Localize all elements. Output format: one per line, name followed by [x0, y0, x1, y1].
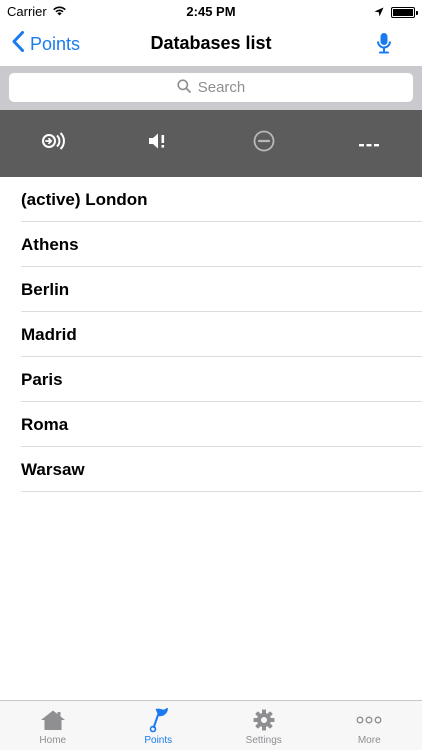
- more-dots-icon: [359, 135, 380, 153]
- status-time: 2:45 PM: [186, 4, 236, 19]
- home-icon: [40, 707, 66, 733]
- tab-home-label: Home: [39, 735, 67, 746]
- flag-icon: [147, 707, 169, 733]
- tab-points[interactable]: Points: [106, 701, 212, 750]
- broadcast-icon: [41, 131, 65, 156]
- tab-settings-label: Settings: [245, 735, 282, 746]
- more-icon: [356, 707, 382, 733]
- speaker-alert-icon: [148, 132, 168, 155]
- tab-settings[interactable]: Settings: [211, 701, 317, 750]
- tab-points-label: Points: [144, 735, 173, 746]
- list-item[interactable]: (active) London: [0, 177, 422, 222]
- list-item[interactable]: Madrid: [0, 312, 422, 357]
- databases-list: (active) London Athens Berlin Madrid Par…: [0, 177, 422, 492]
- list-item[interactable]: Berlin: [0, 267, 422, 312]
- microphone-button[interactable]: [376, 32, 392, 59]
- list-item[interactable]: Roma: [0, 402, 422, 447]
- tab-home[interactable]: Home: [0, 701, 106, 750]
- battery-icon: [391, 7, 418, 18]
- tab-more[interactable]: More: [317, 701, 422, 750]
- search-icon: [177, 78, 191, 97]
- navigation-bar: Points Databases list: [0, 22, 422, 66]
- more-options-button[interactable]: [317, 110, 422, 177]
- status-bar: Carrier 2:45 PM: [0, 0, 422, 22]
- microphone-icon: [376, 33, 392, 58]
- action-toolbar: [0, 110, 422, 177]
- list-item[interactable]: Athens: [0, 222, 422, 267]
- search-bar: Search: [0, 66, 422, 110]
- tab-more-label: More: [357, 735, 381, 746]
- page-title: Databases list: [150, 33, 272, 53]
- list-item[interactable]: Warsaw: [0, 447, 422, 492]
- status-right: [374, 5, 418, 20]
- remove-button[interactable]: [211, 110, 317, 177]
- list-item[interactable]: Paris: [0, 357, 422, 402]
- location-arrow-icon: [374, 5, 384, 20]
- search-placeholder: Search: [197, 79, 246, 96]
- broadcast-button[interactable]: [0, 110, 106, 177]
- speaker-alert-button[interactable]: [106, 110, 212, 177]
- tab-bar: Home Points Settings More: [0, 700, 422, 750]
- minus-circle-icon: [253, 130, 275, 157]
- search-input[interactable]: Search: [9, 73, 413, 102]
- gear-icon: [253, 707, 275, 733]
